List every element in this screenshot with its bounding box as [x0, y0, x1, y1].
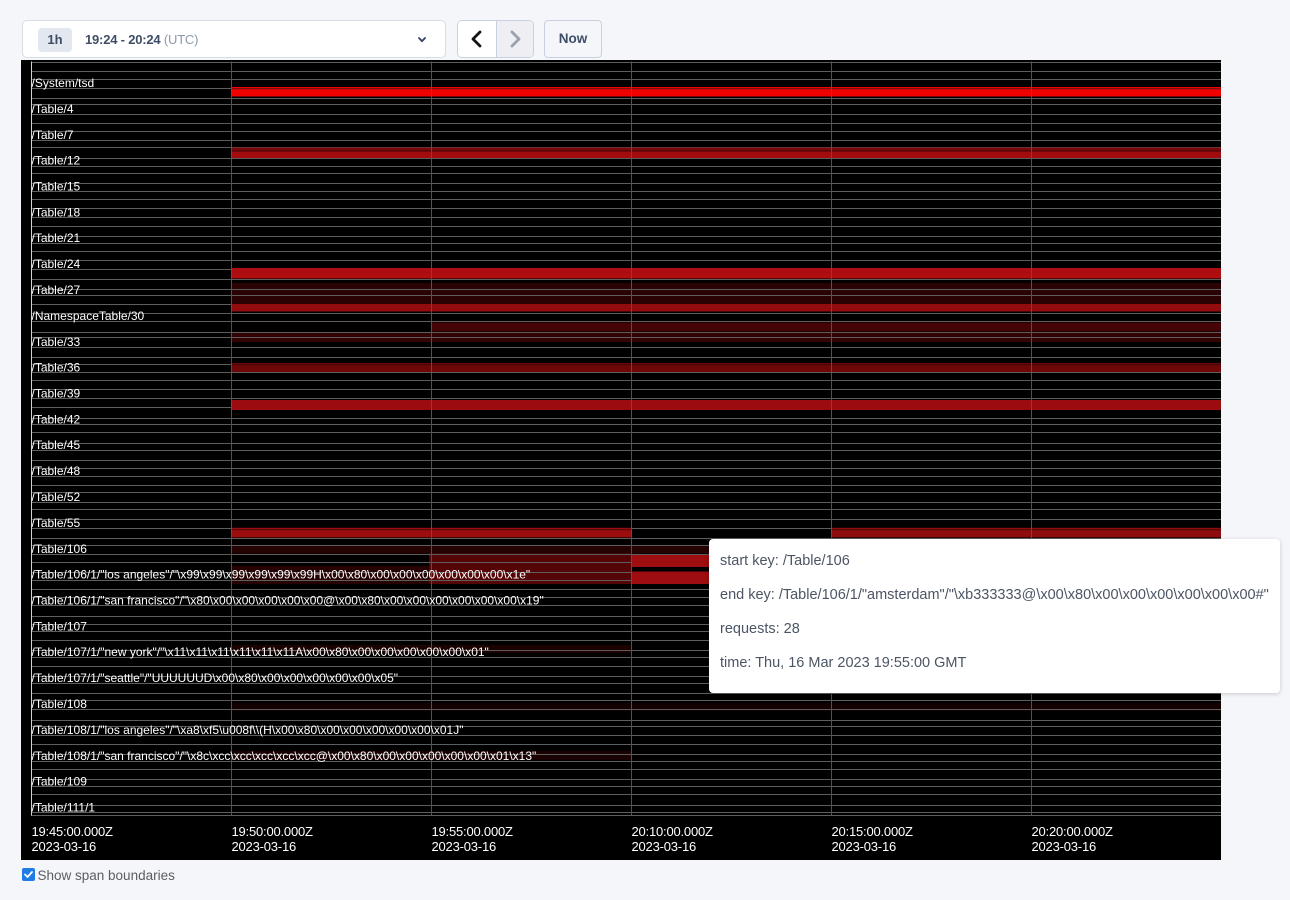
svg-text:20:15:00.000Z: 20:15:00.000Z [832, 824, 914, 839]
svg-text:19:45:00.000Z: 19:45:00.000Z [32, 824, 114, 839]
svg-text:/Table/107: /Table/107 [32, 619, 88, 633]
svg-text:/Table/109: /Table/109 [32, 775, 88, 789]
svg-text:19:50:00.000Z: 19:50:00.000Z [232, 824, 314, 839]
svg-text:2023-03-16: 2023-03-16 [832, 839, 897, 854]
svg-text:20:10:00.000Z: 20:10:00.000Z [632, 824, 714, 839]
svg-text:2023-03-16: 2023-03-16 [232, 839, 297, 854]
svg-text:/Table/7: /Table/7 [32, 128, 74, 142]
svg-text:/Table/42: /Table/42 [32, 412, 81, 426]
svg-text:/Table/18: /Table/18 [32, 205, 81, 219]
svg-text:/Table/107/1/"seattle"/"UUUUUU: /Table/107/1/"seattle"/"UUUUUUD\x00\x80\… [32, 671, 399, 685]
svg-text:/Table/48: /Table/48 [32, 464, 81, 478]
svg-text:2023-03-16: 2023-03-16 [632, 839, 697, 854]
svg-text:19:55:00.000Z: 19:55:00.000Z [432, 824, 514, 839]
svg-text:/Table/107/1/"new york"/"\x11\: /Table/107/1/"new york"/"\x11\x11\x11\x1… [32, 645, 489, 659]
svg-text:/Table/108/1/"san francisco"/": /Table/108/1/"san francisco"/"\x8c\xcc\x… [32, 749, 537, 763]
svg-text:/Table/15: /Table/15 [32, 180, 81, 194]
svg-text:/Table/55: /Table/55 [32, 516, 81, 530]
svg-text:/System/tsd: /System/tsd [32, 76, 95, 90]
svg-text:/Table/27: /Table/27 [32, 283, 81, 297]
svg-text:2023-03-16: 2023-03-16 [32, 839, 97, 854]
svg-text:/Table/4: /Table/4 [32, 102, 74, 116]
svg-text:/Table/36: /Table/36 [32, 361, 81, 375]
svg-text:/Table/106/1/"los angeles"/"\x: /Table/106/1/"los angeles"/"\x99\x99\x99… [32, 568, 531, 582]
svg-text:/Table/106: /Table/106 [32, 542, 88, 556]
svg-text:/Table/108: /Table/108 [32, 697, 88, 711]
svg-text:/Table/106/1/"san francisco"/": /Table/106/1/"san francisco"/"\x80\x00\x… [32, 594, 544, 608]
svg-text:20:20:00.000Z: 20:20:00.000Z [1032, 824, 1114, 839]
svg-text:/Table/12: /Table/12 [32, 154, 81, 168]
svg-text:/Table/52: /Table/52 [32, 490, 81, 504]
svg-text:2023-03-16: 2023-03-16 [432, 839, 497, 854]
svg-text:/Table/33: /Table/33 [32, 335, 81, 349]
svg-text:/Table/24: /Table/24 [32, 257, 81, 271]
svg-text:/Table/21: /Table/21 [32, 231, 81, 245]
svg-text:/NamespaceTable/30: /NamespaceTable/30 [32, 309, 145, 323]
svg-text:/Table/108/1/"los angeles"/"\x: /Table/108/1/"los angeles"/"\xa8\xf5\u00… [32, 723, 464, 737]
svg-text:/Table/111/1: /Table/111/1 [32, 801, 96, 815]
svg-text:/Table/39: /Table/39 [32, 387, 81, 401]
svg-text:2023-03-16: 2023-03-16 [1032, 839, 1097, 854]
svg-text:/Table/45: /Table/45 [32, 438, 81, 452]
